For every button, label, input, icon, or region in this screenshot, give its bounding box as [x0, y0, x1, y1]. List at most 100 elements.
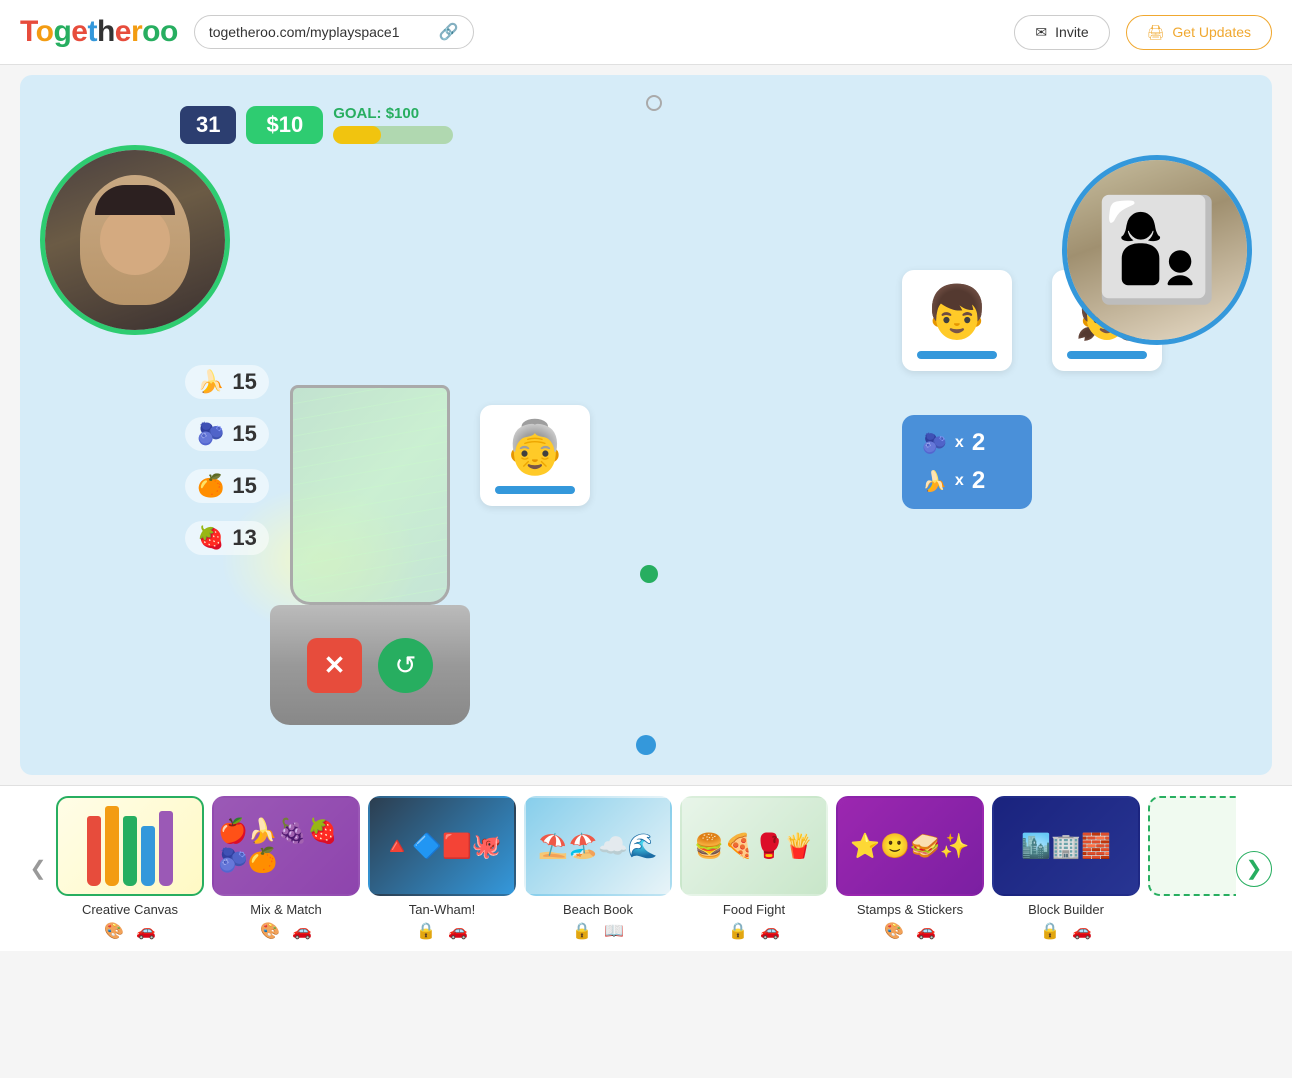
game-thumb-tan-wham: 🔺🔷🟥🐙	[368, 796, 516, 896]
thumb-content-beach-book: ⛱️🏖️☁️🌊	[526, 798, 670, 894]
game-icons-mix-match: 🎨 🚗	[260, 921, 312, 941]
goal-progress-bar	[333, 126, 453, 144]
thumb-content-creative-canvas	[58, 798, 202, 894]
nana-progress-bar	[495, 486, 575, 494]
game-icon-book-beach: 📖	[604, 921, 624, 941]
order-x-1: x	[955, 434, 964, 452]
game-icons-beach-book: 🔒 📖	[572, 921, 624, 941]
game-thumb-creative-canvas	[56, 796, 204, 896]
bottom-game-strip: ❮ Creative Canvas 🎨 🚗	[0, 785, 1292, 951]
game-icons-tan-wham: 🔒 🚗	[416, 921, 468, 941]
blender-base: ✕ ↺	[270, 605, 470, 725]
score-number: 31	[180, 106, 236, 144]
goal-progress-fill	[333, 126, 381, 144]
blender: ✕ ↺	[270, 385, 470, 725]
goal-label: GOAL: $100	[333, 105, 453, 122]
game-label-mix-match: Mix & Match	[250, 902, 322, 917]
fruit-item-banana: 🍌 15	[185, 365, 269, 399]
order-row-2: 🍌 x 2	[922, 467, 1012, 495]
thumb-content-tan-wham: 🔺🔷🟥🐙	[370, 798, 514, 894]
game-icon-car-food: 🚗	[760, 921, 780, 941]
blueberry-count: 15	[232, 421, 256, 447]
game-thumb-mix-match: 🍎🍌🍇🍓🫐🍊	[212, 796, 360, 896]
blender-refresh-button[interactable]: ↺	[378, 638, 433, 693]
game-item-tan-wham[interactable]: 🔺🔷🟥🐙 Tan-Wham! 🔒 🚗	[368, 796, 516, 941]
game-item-food-fight[interactable]: 🍔🍕🥊🍟 Food Fight 🔒 🚗	[680, 796, 828, 941]
updates-icon: 🖨	[1147, 24, 1165, 41]
game-icon-lock-food: 🔒	[728, 921, 748, 941]
game-item-beach-book[interactable]: ⛱️🏖️☁️🌊 Beach Book 🔒 📖	[524, 796, 672, 941]
avatar-left	[40, 145, 230, 335]
url-text: togetheroo.com/myplayspace1	[209, 24, 431, 40]
strip-left-arrow[interactable]: ❮	[20, 851, 56, 887]
thumb-content-mix-match: 🍎🍌🍇🍓🫐🍊	[214, 798, 358, 894]
money-display: $10	[246, 106, 323, 144]
banana-count: 15	[232, 369, 256, 395]
game-item-mix-match[interactable]: 🍎🍌🍇🍓🫐🍊 Mix & Match 🎨 🚗	[212, 796, 360, 941]
game-icon-car: 🚗	[136, 921, 156, 941]
invite-icon: ✉	[1035, 24, 1047, 41]
goal-area: GOAL: $100	[333, 105, 453, 144]
boy-emoji: 👦	[914, 282, 1000, 343]
bottom-center-dot	[636, 735, 656, 755]
game-item-creative-canvas[interactable]: Creative Canvas 🎨 🚗	[56, 796, 204, 941]
nana-card: 👵	[480, 405, 590, 506]
game-icons-block-builder: 🔒 🚗	[1040, 921, 1092, 941]
orange-emoji: 🍊	[197, 473, 224, 499]
blender-x-button[interactable]: ✕	[307, 638, 362, 693]
game-item-empty	[1148, 796, 1236, 941]
order-num-2: 2	[972, 467, 985, 495]
game-icons-creative-canvas: 🎨 🚗	[104, 921, 156, 941]
boy-progress-bar	[917, 351, 997, 359]
game-icon-car-tan: 🚗	[448, 921, 468, 941]
game-thumb-empty	[1148, 796, 1236, 896]
fruit-sidebar: 🍌 15 🫐 15 🍊 15 🍓 13	[185, 365, 269, 555]
fruit-item-blueberry: 🫐 15	[185, 417, 269, 451]
game-label-tan-wham: Tan-Wham!	[409, 902, 475, 917]
game-item-block-builder[interactable]: 🏙️🏢🧱 Block Builder 🔒 🚗	[992, 796, 1140, 941]
game-label-creative-canvas: Creative Canvas	[82, 902, 178, 917]
order-row-1: 🫐 x 2	[922, 429, 1012, 457]
green-dot-indicator	[640, 565, 658, 583]
game-icon-lock-tan: 🔒	[416, 921, 436, 941]
game-thumb-beach-book: ⛱️🏖️☁️🌊	[524, 796, 672, 896]
game-items-list: Creative Canvas 🎨 🚗 🍎🍌🍇🍓🫐🍊 Mix & Match 🎨…	[56, 796, 1236, 941]
order-x-2: x	[955, 472, 964, 490]
game-icon-lock-block: 🔒	[1040, 921, 1060, 941]
get-updates-button[interactable]: 🖨 Get Updates	[1126, 15, 1272, 50]
girl-progress-bar	[1067, 351, 1147, 359]
game-thumb-food-fight: 🍔🍕🥊🍟	[680, 796, 828, 896]
game-icon-art-2: 🎨	[260, 921, 280, 941]
game-icons-stamps-stickers: 🎨 🚗	[884, 921, 936, 941]
strip-right-arrow[interactable]: ❯	[1236, 851, 1272, 887]
game-label-stamps-stickers: Stamps & Stickers	[857, 902, 963, 917]
game-icon-car-block: 🚗	[1072, 921, 1092, 941]
strawberry-count: 13	[232, 525, 256, 551]
strawberry-emoji: 🍓	[197, 525, 224, 551]
link-icon: 🔗	[439, 22, 459, 42]
boy-card: 👦	[902, 270, 1012, 371]
nana-emoji: 👵	[492, 417, 578, 478]
game-label-block-builder: Block Builder	[1028, 902, 1104, 917]
header: Togetheroo togetheroo.com/myplayspace1 🔗…	[0, 0, 1292, 65]
orange-count: 15	[232, 473, 256, 499]
game-icons-food-fight: 🔒 🚗	[728, 921, 780, 941]
game-icon-art-stamps: 🎨	[884, 921, 904, 941]
thumb-content-block-builder: 🏙️🏢🧱	[994, 798, 1138, 894]
order-card: 🫐 x 2 🍌 x 2	[902, 415, 1032, 509]
banana-emoji: 🍌	[197, 369, 224, 395]
thumb-content-food-fight: 🍔🍕🥊🍟	[682, 798, 826, 894]
score-bar: 31 $10 GOAL: $100	[180, 105, 453, 144]
url-bar[interactable]: togetheroo.com/myplayspace1 🔗	[194, 15, 474, 49]
game-item-stamps-stickers[interactable]: ⭐🙂🥪✨ Stamps & Stickers 🎨 🚗	[836, 796, 984, 941]
order-fruit-2: 🍌	[922, 469, 947, 494]
invite-button[interactable]: ✉ Invite	[1014, 15, 1109, 50]
game-thumb-block-builder: 🏙️🏢🧱	[992, 796, 1140, 896]
fruit-item-strawberry: 🍓 13	[185, 521, 269, 555]
order-num-1: 2	[972, 429, 985, 457]
thumb-content-stamps-stickers: ⭐🙂🥪✨	[838, 798, 982, 894]
game-label-beach-book: Beach Book	[563, 902, 633, 917]
blender-lines	[293, 388, 447, 602]
get-updates-label: Get Updates	[1172, 24, 1251, 40]
avatar-right: 👩‍👦	[1062, 155, 1252, 345]
